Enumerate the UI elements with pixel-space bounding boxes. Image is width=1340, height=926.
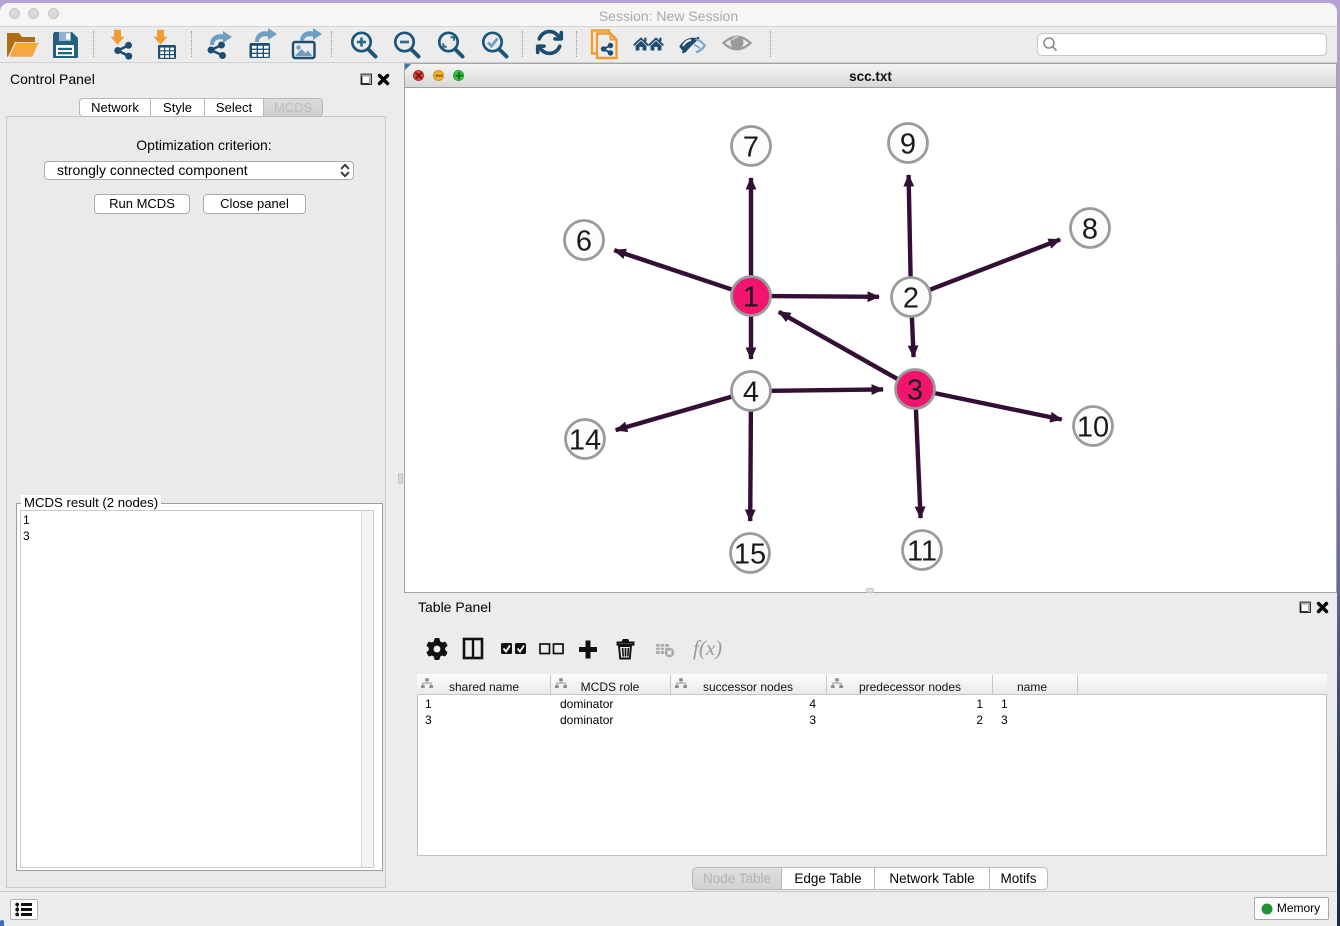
svg-text:6: 6 bbox=[576, 226, 592, 258]
svg-text:10: 10 bbox=[1077, 412, 1109, 444]
svg-text:2: 2 bbox=[903, 283, 919, 315]
svg-text:9: 9 bbox=[900, 129, 916, 161]
svg-text:14: 14 bbox=[569, 425, 601, 457]
svg-text:11: 11 bbox=[907, 536, 937, 568]
svg-text:4: 4 bbox=[743, 377, 759, 409]
svg-text:15: 15 bbox=[734, 539, 766, 571]
svg-text:7: 7 bbox=[743, 132, 759, 164]
svg-text:1: 1 bbox=[743, 282, 759, 314]
svg-text:f(x): f(x) bbox=[693, 636, 722, 660]
svg-text:3: 3 bbox=[907, 375, 923, 407]
svg-text:8: 8 bbox=[1082, 214, 1098, 246]
